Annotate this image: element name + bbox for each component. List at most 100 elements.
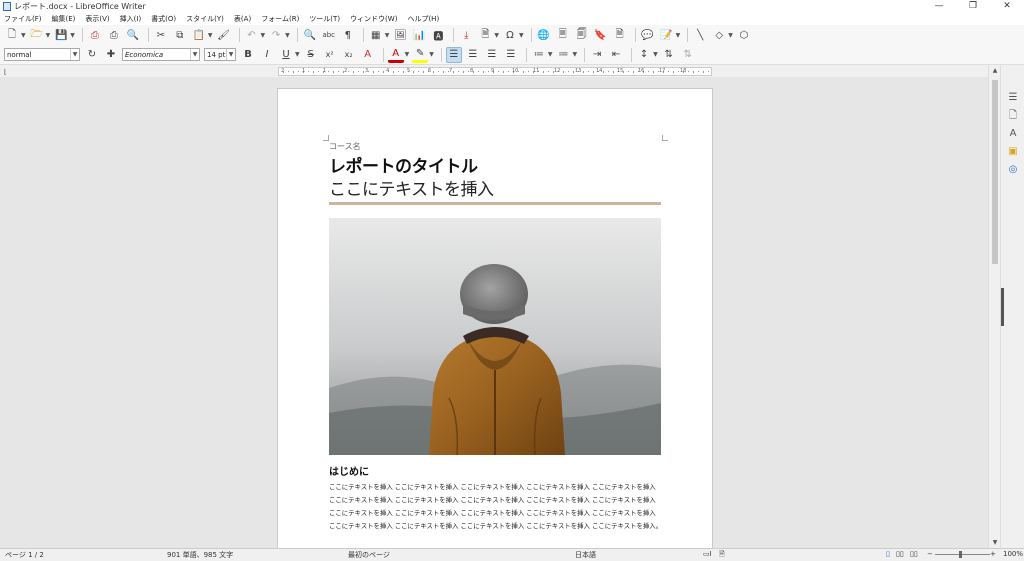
menu-window[interactable]: ウィンドウ(W) (350, 14, 397, 24)
close-button[interactable]: ✕ (990, 0, 1024, 12)
print-preview-icon[interactable]: 🔍 (125, 27, 141, 43)
chevron-down-icon[interactable]: ▼ (226, 49, 235, 60)
word-count[interactable]: 901 単語、985 文字 (167, 550, 233, 560)
clone-formatting-icon[interactable]: 🖌 (216, 27, 232, 43)
insert-table-icon[interactable]: ▦ (368, 27, 384, 43)
redo-dropdown-icon[interactable]: ▼ (285, 32, 290, 39)
justify-icon[interactable]: ☰ (503, 47, 519, 63)
zoom-level[interactable]: 100% (1003, 550, 1023, 558)
underline-icon[interactable]: U (278, 47, 294, 63)
insert-line-icon[interactable]: ╲ (692, 27, 708, 43)
print-icon[interactable]: ⎙ (106, 27, 122, 43)
bullet-list-icon[interactable]: ≔ (531, 47, 547, 63)
underline-dropdown-icon[interactable]: ▼ (295, 51, 300, 58)
cover-photo[interactable] (329, 218, 661, 455)
special-character-icon[interactable]: Ω (502, 27, 518, 43)
menu-form[interactable]: フォーム(R) (261, 14, 299, 24)
horizontal-ruler[interactable]: 2 1 1 2 3 4 5 6 7 8 9 10 11 12 13 14 15 16 17 18 (278, 67, 712, 76)
section-heading[interactable]: はじめに (329, 463, 369, 478)
zoom-slider-knob[interactable] (959, 551, 962, 558)
highlight-dropdown-icon[interactable]: ▼ (429, 51, 434, 58)
footnote-icon[interactable]: 🗏 (555, 27, 571, 43)
bookmark-icon[interactable]: 🔖 (593, 27, 609, 43)
numbered-list-icon[interactable]: ≔ (556, 47, 572, 63)
insert-field-icon[interactable]: 🗎 (477, 27, 493, 43)
insert-chart-icon[interactable]: 📊 (411, 27, 427, 43)
new-style-icon[interactable]: ✚ (103, 47, 119, 63)
page-icon[interactable]: 🗋 (1007, 110, 1019, 122)
properties-icon[interactable]: ☰ (1007, 92, 1019, 104)
find-replace-icon[interactable]: 🔍 (302, 27, 318, 43)
sidebar-grip[interactable] (1001, 288, 1004, 326)
page-style[interactable]: 最初のページ (348, 550, 390, 560)
open-dropdown-icon[interactable]: ▼ (46, 32, 51, 39)
insert-page-break-icon[interactable]: ⤓ (458, 27, 474, 43)
draw-functions-icon[interactable]: ⬡ (736, 27, 752, 43)
body-paragraph[interactable]: ここにテキストを挿入 ここにテキストを挿入 ここにテキストを挿入 ここにテキスト… (329, 481, 663, 533)
document-modified-icon[interactable]: 🗎 (719, 550, 725, 561)
menu-tools[interactable]: ツール(T) (309, 14, 340, 24)
chevron-down-icon[interactable]: ▼ (190, 49, 199, 60)
copy-icon[interactable]: ⧉ (172, 27, 188, 43)
increase-paragraph-spacing-icon[interactable]: ⇅ (661, 47, 677, 63)
zoom-in-icon[interactable]: + (990, 550, 996, 558)
chevron-down-icon[interactable]: ▼ (70, 49, 79, 60)
export-pdf-icon[interactable]: ⎙ (87, 27, 103, 43)
font-name-select[interactable]: Economica ▼ (122, 48, 200, 61)
undo-dropdown-icon[interactable]: ▼ (261, 32, 266, 39)
bullet-dropdown-icon[interactable]: ▼ (548, 51, 553, 58)
minimize-button[interactable]: — (922, 0, 956, 12)
decrease-paragraph-spacing-icon[interactable]: ⇅ (680, 47, 696, 63)
report-title[interactable]: レポートのタイトル (329, 152, 478, 177)
menu-table[interactable]: 表(A) (234, 14, 251, 24)
scrollbar-thumb[interactable] (992, 80, 998, 264)
navigator-icon[interactable]: ◎ (1007, 164, 1019, 176)
redo-icon[interactable]: ↷ (268, 27, 284, 43)
zoom-out-icon[interactable]: − (927, 550, 933, 558)
italic-icon[interactable]: I (259, 47, 275, 63)
spelling-icon[interactable]: abc (321, 27, 337, 43)
increase-indent-icon[interactable]: ⇥ (589, 47, 605, 63)
track-changes-icon[interactable]: 📝 (659, 27, 675, 43)
shapes-dropdown-icon[interactable]: ▼ (728, 32, 733, 39)
save-dropdown-icon[interactable]: ▼ (70, 32, 75, 39)
tab-stop-selector[interactable]: ⌊ (4, 68, 7, 76)
document-page[interactable]: コース名 レポートのタイトル ここにテキストを挿入 はじめに ここにテキストを挿… (277, 88, 713, 548)
insert-image-icon[interactable]: 🖼 (392, 27, 408, 43)
page-count[interactable]: ページ 1 / 2 (5, 550, 44, 560)
paragraph-style-select[interactable]: normal ▼ (4, 48, 80, 61)
font-size-select[interactable]: 14 pt ▼ (204, 48, 236, 61)
formatting-marks-icon[interactable]: ¶ (340, 27, 356, 43)
open-folder-icon[interactable]: 🗁 (29, 27, 45, 43)
line-spacing-icon[interactable]: ↕ (636, 47, 652, 63)
language[interactable]: 日本語 (575, 550, 596, 560)
font-color-icon[interactable]: A (387, 47, 404, 63)
subscript-icon[interactable]: x₂ (341, 47, 357, 63)
insert-textbox-icon[interactable]: 🅰 (430, 27, 446, 43)
font-color-dropdown-icon[interactable]: ▼ (405, 51, 410, 58)
save-icon[interactable]: 💾 (53, 27, 69, 43)
menu-edit[interactable]: 編集(E) (52, 14, 76, 24)
cut-icon[interactable]: ✂ (153, 27, 169, 43)
update-style-icon[interactable]: ↻ (84, 47, 100, 63)
new-dropdown-icon[interactable]: ▼ (21, 32, 26, 39)
track-changes-dropdown-icon[interactable]: ▼ (676, 32, 681, 39)
align-center-icon[interactable]: ☰ (465, 47, 481, 63)
maximize-button[interactable]: ❐ (956, 0, 990, 12)
highlight-color-icon[interactable]: ✎ (412, 47, 429, 63)
hyperlink-icon[interactable]: 🌐 (536, 27, 552, 43)
cross-reference-icon[interactable]: 🗎 (612, 27, 628, 43)
menu-format[interactable]: 書式(O) (151, 14, 176, 24)
paste-dropdown-icon[interactable]: ▼ (208, 32, 213, 39)
superscript-icon[interactable]: x² (322, 47, 338, 63)
insert-mode-icon[interactable]: ▭I (703, 550, 712, 558)
table-dropdown-icon[interactable]: ▼ (385, 32, 390, 39)
clear-formatting-icon[interactable]: A (360, 47, 376, 63)
endnote-icon[interactable]: 🗐 (574, 27, 590, 43)
course-name[interactable]: コース名 (329, 141, 361, 152)
basic-shapes-icon[interactable]: ◇ (711, 27, 727, 43)
numbered-dropdown-icon[interactable]: ▼ (573, 51, 578, 58)
decrease-indent-icon[interactable]: ⇤ (608, 47, 624, 63)
zoom-slider[interactable] (935, 554, 990, 555)
menu-file[interactable]: ファイル(F) (4, 14, 42, 24)
